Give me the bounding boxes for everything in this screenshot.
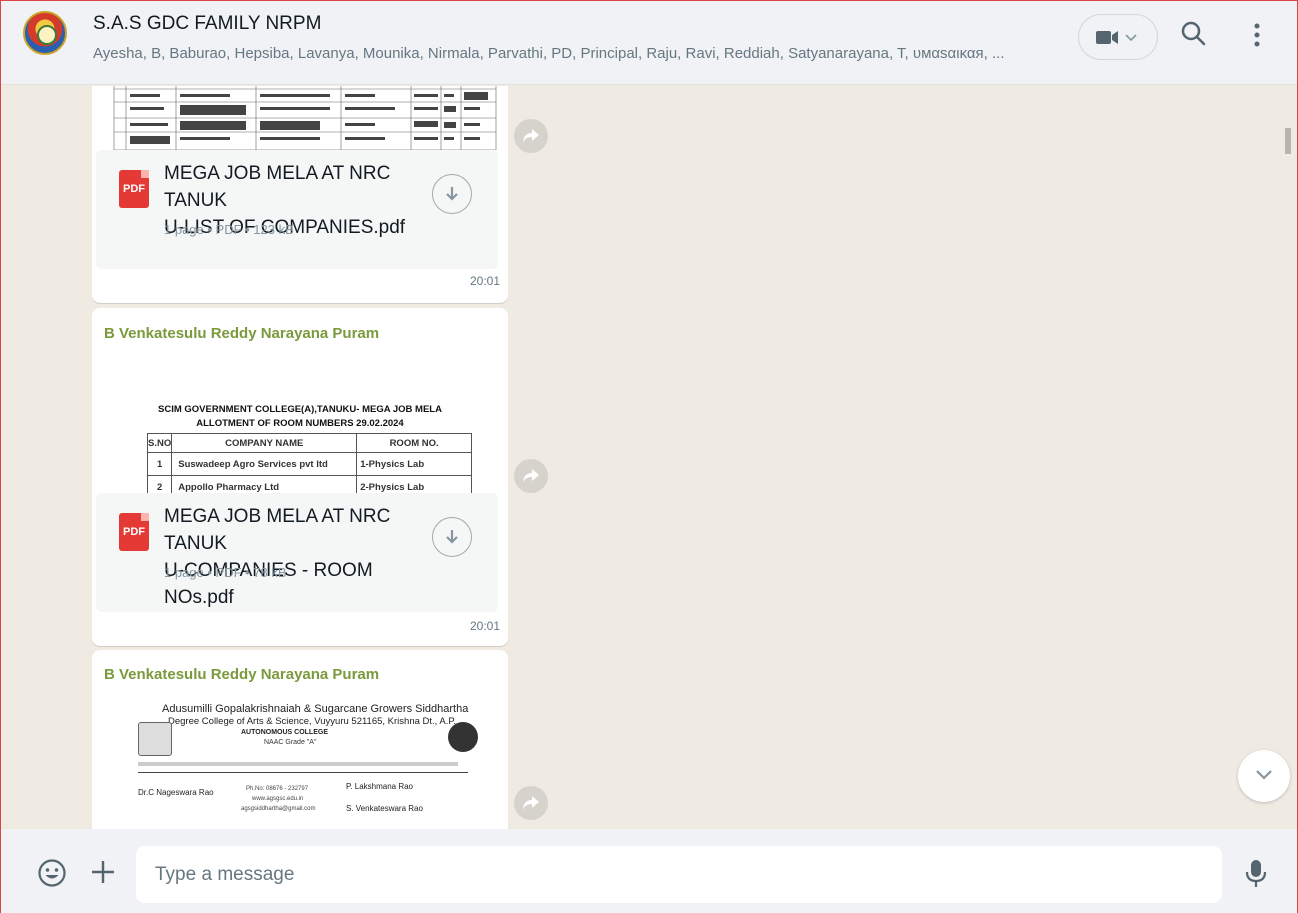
preview-heading: SCIM GOVERNMENT COLLEGE(A),TANUKU- MEGA … — [158, 404, 442, 415]
download-arrow-icon — [446, 187, 458, 201]
document-preview[interactable] — [96, 86, 504, 150]
menu-button[interactable] — [1241, 19, 1273, 51]
chevron-down-icon — [1256, 770, 1272, 780]
document-meta: 1 page • PDF • 78 kB — [164, 565, 287, 580]
pdf-file-icon: PDF — [119, 170, 149, 208]
kebab-menu-icon — [1254, 23, 1260, 47]
chat-area[interactable]: PDF MEGA JOB MELA AT NRC TANUK U-LIST OF… — [1, 86, 1297, 829]
document-card[interactable]: PDF MEGA JOB MELA AT NRC TANUK U-LIST OF… — [96, 150, 498, 269]
plus-icon — [92, 861, 114, 883]
preview-subheading: ALLOTMENT OF ROOM NUMBERS 29.02.2024 — [196, 418, 404, 429]
row-sno: 2 — [146, 475, 173, 493]
col-room: ROOM NO. — [356, 433, 472, 453]
col-company: COMPANY NAME — [171, 433, 358, 453]
preview-line: Degree College of Arts & Science, Vuyyur… — [168, 716, 457, 727]
naac-seal — [448, 722, 478, 752]
download-button[interactable] — [432, 517, 472, 557]
forward-arrow-icon — [523, 796, 539, 810]
row-room: 2-Physics Lab — [356, 475, 472, 493]
scrollbar-thumb[interactable] — [1285, 128, 1291, 154]
download-arrow-icon — [446, 530, 458, 544]
forward-arrow-icon — [523, 129, 539, 143]
document-meta: 1 page • PDF • 123 kB — [164, 222, 294, 237]
preview-divider — [138, 762, 458, 766]
microphone-icon — [1245, 860, 1267, 887]
message-time: 20:01 — [469, 619, 500, 633]
message-bubble: B Venkatesulu Reddy Narayana Puram SCIM … — [92, 308, 508, 646]
document-thumbnail — [113, 86, 497, 150]
scroll-to-bottom-button[interactable] — [1238, 750, 1290, 802]
sender-name[interactable]: B Venkatesulu Reddy Narayana Puram — [104, 666, 379, 683]
forward-button[interactable] — [514, 786, 548, 820]
emoji-button[interactable] — [37, 858, 67, 888]
table-row: 1 Suswadeep Agro Services pvt ltd 1-Phys… — [146, 452, 472, 476]
preview-table: S.NO COMPANY NAME ROOM NO. 1 Suswadeep A… — [146, 433, 472, 493]
forward-button[interactable] — [514, 119, 548, 153]
pdf-file-icon: PDF — [119, 513, 149, 551]
college-logo — [138, 722, 172, 756]
sender-name[interactable]: B Venkatesulu Reddy Narayana Puram — [104, 325, 379, 342]
preview-left-name: Dr.C Nageswara Rao — [138, 788, 214, 797]
message-bubble: PDF MEGA JOB MELA AT NRC TANUK U-LIST OF… — [92, 86, 508, 303]
preview-right-name: S. Venkateswara Rao — [346, 804, 423, 813]
forward-arrow-icon — [523, 469, 539, 483]
preview-phone: Ph.No: 08676 - 232797 — [246, 786, 309, 792]
document-name: MEGA JOB MELA AT NRC TANUK U-COMPANIES -… — [164, 503, 434, 611]
row-sno: 1 — [146, 452, 173, 476]
preview-email: agsgsiddhartha@gmail.com — [241, 806, 316, 812]
document-name-line1: MEGA JOB MELA AT NRC TANUK — [164, 163, 391, 211]
preview-line: NAAC Grade "A" — [264, 739, 317, 746]
video-camera-icon — [1096, 31, 1137, 44]
message-bubble: B Venkatesulu Reddy Narayana Puram Adusu… — [92, 650, 508, 829]
attach-button[interactable] — [89, 858, 117, 886]
row-company: Suswadeep Agro Services pvt ltd — [171, 452, 358, 476]
video-call-button[interactable] — [1078, 14, 1158, 60]
forward-button[interactable] — [514, 459, 548, 493]
table-row: 2 Appollo Pharmacy Ltd 2-Physics Lab — [146, 475, 472, 493]
message-input[interactable] — [136, 846, 1222, 903]
composer — [1, 829, 1297, 913]
preview-web: www.agsgsc.edu.in — [252, 796, 304, 802]
document-name-line1: MEGA JOB MELA AT NRC TANUK — [164, 506, 391, 554]
document-card[interactable]: PDF MEGA JOB MELA AT NRC TANUK U-COMPANI… — [96, 493, 498, 612]
preview-line: AUTONOMOUS COLLEGE — [241, 729, 328, 736]
emoji-icon — [38, 859, 66, 887]
search-icon — [1181, 21, 1206, 46]
preview-divider — [138, 772, 468, 773]
message-time: 20:01 — [469, 274, 500, 288]
col-sno: S.NO — [146, 433, 173, 453]
voice-message-button[interactable] — [1243, 859, 1269, 889]
document-preview[interactable]: Adusumilli Gopalakrishnaiah & Sugarcane … — [96, 698, 504, 829]
document-preview[interactable]: SCIM GOVERNMENT COLLEGE(A),TANUKU- MEGA … — [96, 358, 504, 493]
search-button[interactable] — [1179, 19, 1211, 51]
group-title[interactable]: S.A.S GDC FAMILY NRPM — [93, 13, 321, 35]
download-button[interactable] — [432, 174, 472, 214]
chat-header: S.A.S GDC FAMILY NRPM Ayesha, B, Baburao… — [1, 1, 1297, 85]
group-avatar[interactable] — [23, 11, 67, 55]
preview-right-name: P. Lakshmana Rao — [346, 782, 414, 791]
group-members[interactable]: Ayesha, B, Baburao, Hepsiba, Lavanya, Mo… — [93, 45, 1043, 62]
row-company: Appollo Pharmacy Ltd — [171, 475, 358, 493]
row-room: 1-Physics Lab — [356, 452, 472, 476]
preview-line: Adusumilli Gopalakrishnaiah & Sugarcane … — [162, 703, 469, 715]
